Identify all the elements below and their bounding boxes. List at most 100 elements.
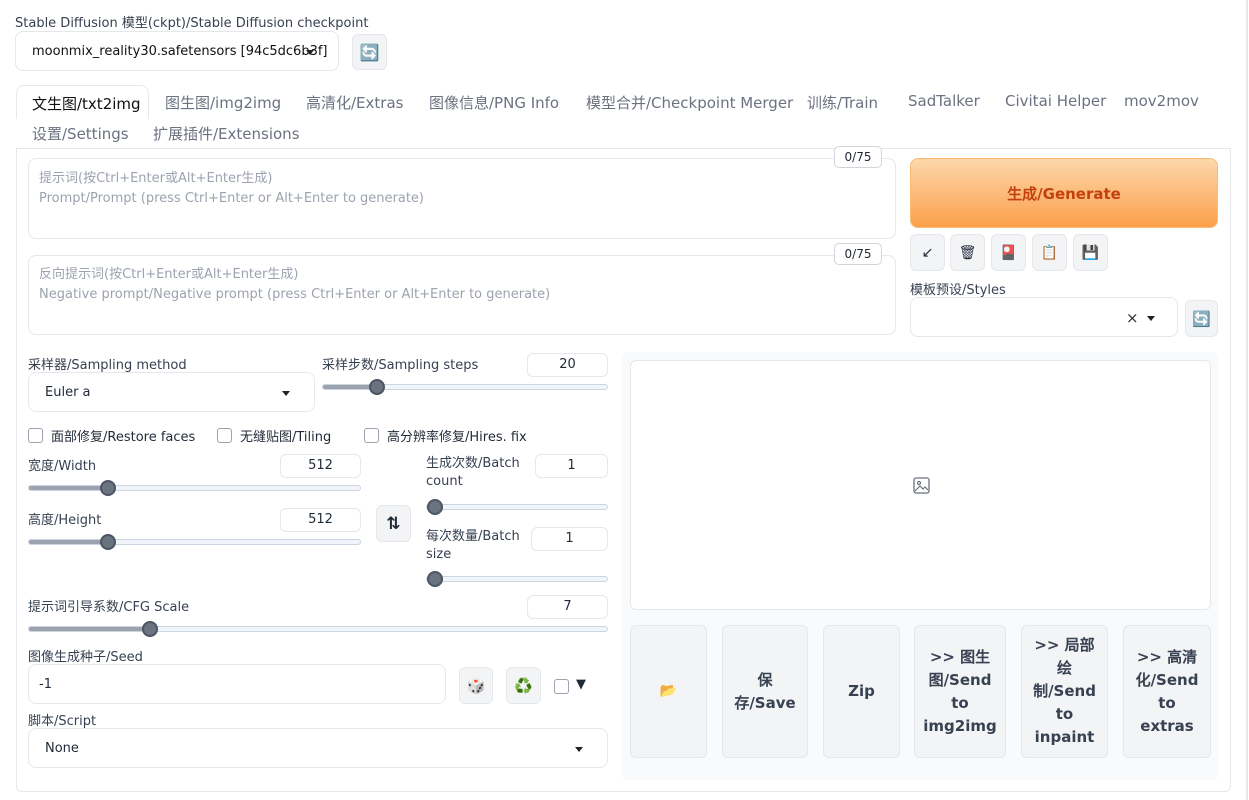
tab-train[interactable]: 训练/Train — [807, 92, 878, 113]
refresh-icon: 🔄 — [359, 42, 380, 62]
output-gallery — [630, 360, 1211, 610]
tab-settings[interactable]: 设置/Settings — [32, 123, 129, 144]
tab-extensions[interactable]: 扩展插件/Extensions — [153, 123, 300, 144]
sampler-select[interactable]: Euler a — [28, 372, 315, 412]
tab-txt2img[interactable]: 文生图/txt2img — [16, 85, 149, 119]
batch-size-label: 每次数量/Batch size — [426, 528, 520, 564]
cfg-input[interactable]: 7 — [527, 595, 608, 619]
tiling-checkbox[interactable]: 无缝贴图/Tiling — [217, 426, 331, 445]
clear-prompt-button[interactable]: 🗑 — [950, 234, 985, 271]
negative-prompt-placeholder-1: 反向提示词(按Ctrl+Enter或Alt+Enter生成) — [39, 267, 299, 282]
refresh-icon: 🔄 — [1192, 309, 1211, 328]
apply-style-button[interactable]: 📋 — [1032, 234, 1067, 271]
label-line: count — [426, 474, 463, 489]
batch-count-input[interactable]: 1 — [535, 454, 608, 478]
prompt-placeholder-2: Prompt/Prompt (press Ctrl+Enter or Alt+E… — [39, 191, 424, 206]
styles-select[interactable]: × — [910, 297, 1178, 337]
arrow-down-left-icon: ↙ — [921, 244, 934, 261]
recycle-icon: ♻️ — [514, 676, 533, 695]
generate-button[interactable]: 生成/Generate — [910, 158, 1218, 228]
checkpoint-select[interactable]: moonmix_reality30.safetensors [94c5dc6b3… — [15, 31, 339, 71]
checkbox-label: 无缝贴图/Tiling — [240, 430, 332, 445]
chevron-down-icon — [306, 50, 314, 55]
label-line: size — [426, 547, 452, 562]
sampler-label: 采样器/Sampling method — [28, 358, 187, 373]
send-to-extras-button[interactable]: >> 高清 化/Send to extras — [1123, 625, 1211, 758]
tab-sadtalker[interactable]: SadTalker — [908, 92, 980, 110]
tab-mov2mov[interactable]: mov2mov — [1124, 92, 1199, 110]
cfg-label: 提示词引导系数/CFG Scale — [28, 600, 190, 615]
width-label: 宽度/Width — [28, 459, 97, 474]
seed-input[interactable]: -1 — [28, 664, 446, 704]
swap-dimensions-button[interactable]: ⇅ — [376, 505, 411, 542]
chevron-down-icon — [575, 747, 583, 752]
random-seed-button[interactable]: 🎲 — [459, 667, 493, 704]
save-style-button[interactable]: 💾 — [1073, 234, 1108, 271]
refresh-checkpoint-button[interactable]: 🔄 — [352, 34, 387, 70]
slider-thumb[interactable] — [427, 499, 443, 515]
height-slider[interactable] — [28, 534, 361, 550]
label-line: 每次数量/Batch — [426, 529, 520, 544]
refresh-styles-button[interactable]: 🔄 — [1185, 300, 1218, 337]
script-select[interactable]: None — [28, 728, 608, 768]
send-to-img2img-button[interactable]: >> 图生 图/Send to img2img — [914, 625, 1006, 758]
dice-icon: 🎲 — [466, 676, 486, 695]
restore-faces-checkbox[interactable]: 面部修复/Restore faces — [28, 426, 195, 445]
script-value: None — [45, 740, 79, 756]
scrollbar[interactable] — [1246, 0, 1248, 800]
checkbox-label: 面部修复/Restore faces — [51, 430, 196, 445]
save-button[interactable]: 保 存/Save — [722, 625, 808, 758]
tab-civitai-helper[interactable]: Civitai Helper — [1005, 92, 1106, 110]
extra-networks-button[interactable]: 🎴 — [991, 234, 1026, 271]
clear-icon[interactable]: × — [1126, 309, 1139, 327]
hires-fix-checkbox[interactable]: 高分辨率修复/Hires. fix — [364, 426, 527, 445]
height-input[interactable]: 512 — [280, 508, 361, 532]
seed-label: 图像生成种子/Seed — [28, 650, 143, 665]
tab-checkpoint-merger[interactable]: 模型合并/Checkpoint Merger — [586, 92, 793, 113]
batch-size-slider[interactable] — [426, 571, 608, 587]
slider-fill — [29, 486, 109, 490]
tab-label: 文生图/txt2img — [32, 95, 141, 113]
slider-thumb[interactable] — [427, 571, 443, 587]
negative-prompt-placeholder-2: Negative prompt/Negative prompt (press C… — [39, 287, 551, 302]
read-params-button[interactable]: ↙ — [910, 234, 945, 271]
reuse-seed-button[interactable]: ♻️ — [506, 667, 541, 704]
batch-size-input[interactable]: 1 — [531, 527, 608, 551]
prompt-token-counter: 0/75 — [834, 146, 882, 168]
tab-png-info[interactable]: 图像信息/PNG Info — [429, 92, 559, 113]
checkpoint-value: moonmix_reality30.safetensors [94c5dc6b3… — [32, 43, 328, 59]
chevron-down-icon — [282, 391, 290, 396]
tab-img2img[interactable]: 图生图/img2img — [165, 92, 281, 113]
script-label: 脚本/Script — [28, 714, 97, 729]
extra-seed-checkbox[interactable] — [554, 679, 569, 694]
negative-prompt-token-counter: 0/75 — [834, 243, 882, 265]
send-to-inpaint-button[interactable]: >> 局部 绘 制/Send to inpaint — [1021, 625, 1108, 758]
batch-count-slider[interactable] — [426, 499, 608, 515]
open-folder-button[interactable]: 📂 — [630, 625, 707, 758]
swap-icon: ⇅ — [386, 513, 401, 534]
width-input[interactable]: 512 — [280, 454, 361, 478]
batch-count-label: 生成次数/Batch count — [426, 455, 520, 491]
checkbox-box[interactable] — [217, 428, 232, 443]
steps-input[interactable]: 20 — [527, 353, 608, 377]
slider-thumb[interactable] — [368, 379, 385, 395]
steps-slider[interactable] — [322, 379, 608, 395]
extra-seed-toggle-icon[interactable]: ▼ — [576, 677, 586, 692]
slider-fill — [29, 627, 151, 631]
checkbox-box[interactable] — [28, 428, 43, 443]
checkbox-box[interactable] — [364, 428, 379, 443]
width-slider[interactable] — [28, 480, 361, 496]
prompt-textarea[interactable]: 提示词(按Ctrl+Enter或Alt+Enter生成) Prompt/Prom… — [28, 158, 896, 239]
cfg-slider[interactable] — [28, 621, 608, 637]
negative-prompt-textarea[interactable]: 反向提示词(按Ctrl+Enter或Alt+Enter生成) Negative … — [28, 255, 896, 335]
folder-icon: 📂 — [659, 683, 678, 699]
zip-button[interactable]: Zip — [823, 625, 900, 758]
generate-label: 生成/Generate — [1007, 184, 1121, 203]
clipboard-icon: 📋 — [1040, 244, 1059, 261]
label-line: 生成次数/Batch — [426, 456, 520, 471]
trash-icon: 🗑 — [958, 244, 977, 261]
image-placeholder-icon — [913, 477, 930, 494]
tab-extras[interactable]: 高清化/Extras — [306, 92, 403, 113]
seed-value: -1 — [39, 676, 52, 692]
checkpoint-label: Stable Diffusion 模型(ckpt)/Stable Diffusi… — [15, 16, 369, 31]
